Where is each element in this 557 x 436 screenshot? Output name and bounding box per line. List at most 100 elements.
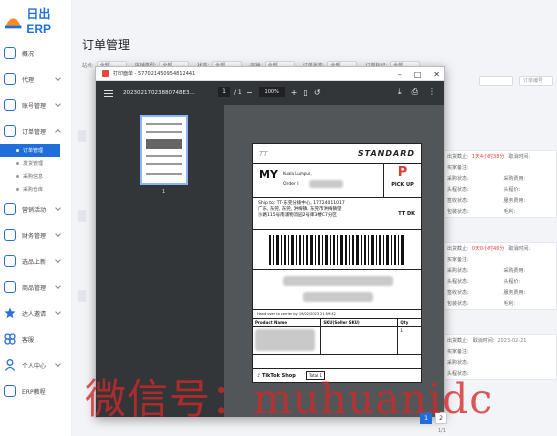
submenu-item-purchase-info[interactable]: 采购信息	[16, 170, 72, 183]
pdf-toolbar: 20230217023880748E3... 1 / 1 − 100% + ▯ …	[96, 81, 444, 105]
search-input[interactable]	[479, 76, 513, 86]
pdf-file-icon	[102, 70, 109, 77]
sidebar-item-product-select[interactable]: 选品上新	[0, 248, 72, 274]
deadline-label: 出货截止:	[447, 154, 469, 160]
field-label: 采购状态:	[447, 176, 469, 182]
field-label: 采购费用:	[503, 268, 526, 274]
qty-cell: 1	[397, 326, 421, 355]
deadline-value: 1天4小时38分	[471, 154, 505, 160]
sidebar-item-overview[interactable]: 概况	[0, 40, 72, 66]
sidebar-item-label: 商品管理	[22, 284, 47, 292]
col-product-name: Product Name	[253, 319, 322, 327]
toolbar-actions: ⤓ ⎙ ⋮	[398, 87, 436, 97]
zoom-out-icon[interactable]: −	[246, 88, 253, 97]
submenu-item-purchase-warehouse[interactable]: 采购仓库	[16, 183, 72, 196]
print-icon[interactable]: ⎙	[412, 87, 418, 97]
close-icon[interactable]: ✕	[433, 70, 440, 79]
pagination-summary: 1/1	[438, 428, 447, 434]
dashboard-icon	[4, 47, 16, 59]
sidebar-item-label: 订单管理	[22, 128, 47, 136]
logo-icon	[4, 17, 22, 28]
submenu-item-shipping[interactable]: 发货管理	[16, 157, 72, 170]
sidebar-item-label: 营销活动	[22, 206, 47, 214]
logo-text: 日出ERP	[26, 7, 52, 36]
account-icon	[4, 99, 16, 111]
field-label: 服务费用:	[503, 198, 526, 204]
fit-page-icon[interactable]: ▯	[303, 88, 307, 97]
minimize-icon[interactable]: –	[398, 70, 402, 79]
page-title: 订单管理	[82, 38, 131, 52]
more-options-icon[interactable]: ⋮	[428, 87, 436, 97]
chevron-down-icon	[55, 231, 61, 237]
route-code: TT DK	[398, 211, 415, 217]
search-inputs: 订单编号	[479, 76, 553, 86]
sidebar-item-account[interactable]: 账号管理	[0, 92, 72, 118]
goods-icon	[4, 281, 16, 293]
product-select-icon	[4, 255, 16, 267]
tutorial-icon	[4, 385, 16, 397]
sidebar-item-creator-invite[interactable]: 达人邀请	[0, 300, 72, 326]
pickup-text: PICK UP	[391, 182, 414, 188]
field-label: 服务费用:	[503, 290, 526, 296]
sidebar-item-service[interactable]: 客服	[0, 326, 72, 352]
zoom-level-input[interactable]: 100%	[258, 87, 285, 97]
sidebar-item-profile[interactable]: 个人中心	[0, 352, 72, 378]
sidebar-item-label: 财务管理	[22, 232, 47, 240]
field-label: 头程价:	[503, 187, 521, 193]
field-label: 包装状态:	[447, 301, 469, 307]
user-icon	[4, 359, 16, 371]
product-cell	[253, 326, 322, 355]
service-type: STANDARD	[357, 149, 415, 158]
buyer-note-label: 买家备注:	[447, 257, 469, 263]
marketing-icon	[4, 203, 16, 215]
carrier-brand: TT	[259, 149, 268, 158]
hamburger-menu-icon[interactable]	[104, 89, 113, 97]
sidebar-item-orders[interactable]: 订单管理	[0, 118, 72, 144]
sidebar-item-marketing[interactable]: 营销活动	[0, 196, 72, 222]
agent-icon	[4, 73, 16, 85]
page-thumbnail[interactable]	[140, 115, 188, 185]
product-table: Product Name SKU(Seller SKU) Qty 1	[253, 319, 421, 355]
field-label: 采购状态:	[447, 268, 469, 274]
watermark: 微信号：muhuanidc	[85, 375, 494, 423]
col-sku: SKU(Seller SKU)	[320, 319, 399, 327]
order-number-input[interactable]: 订单编号	[519, 76, 553, 86]
window-controls: – □ ✕	[398, 67, 440, 81]
sidebar-item-finance[interactable]: 财务管理	[0, 222, 72, 248]
chevron-down-icon	[55, 257, 61, 263]
zoom-controls: − 100% + ▯ ↺	[246, 87, 321, 97]
destination-city: Kuala Lumpur,	[283, 171, 312, 176]
chevron-down-icon	[55, 309, 61, 315]
field-label: 头程状态:	[447, 187, 469, 193]
sidebar-item-agent[interactable]: 代理	[0, 66, 72, 92]
page-total: / 1	[234, 88, 242, 96]
dialog-title: 打印面单 - 577021450954812441	[113, 71, 196, 77]
redacted-area	[253, 270, 421, 310]
sidebar-item-goods[interactable]: 商品管理	[0, 274, 72, 300]
card-placeholder	[78, 130, 86, 142]
field-label: 签收状态:	[447, 290, 469, 296]
pickup-badge: P PICK UP	[383, 164, 421, 197]
order-card: 出货截止: 1天4小时38分 取消时间: 买家备注: 采购状态: 头程状态: 签收状…	[442, 150, 557, 218]
chevron-down-icon	[55, 283, 61, 289]
submenu-item-order-manage[interactable]: 订单管理	[0, 144, 60, 157]
zoom-in-icon[interactable]: +	[291, 88, 298, 97]
cancel-label: 取消时间:	[472, 338, 495, 344]
field-label: 采购费用:	[503, 176, 526, 182]
pickup-letter: P	[397, 165, 408, 180]
finance-icon	[4, 229, 16, 241]
pdf-file-name: 20230217023880748E3...	[123, 90, 195, 96]
sidebar-item-label: 选品上新	[22, 258, 47, 266]
app-logo[interactable]: 日出ERP	[4, 5, 71, 36]
dialog-title-bar: 打印面单 - 577021450954812441 – □ ✕	[96, 67, 444, 81]
sidebar-item-tutorial[interactable]: ERP教程	[0, 378, 72, 404]
field-label: 头程价:	[503, 279, 521, 285]
download-icon[interactable]: ⤓	[398, 87, 402, 97]
field-label: 毛利:	[503, 209, 516, 215]
rotate-icon[interactable]: ↺	[314, 88, 321, 97]
maximize-icon[interactable]: □	[414, 70, 422, 79]
page-number-input[interactable]: 1	[218, 87, 230, 97]
order-id-label: Order I	[283, 182, 299, 187]
deadline-value: 0天0小时46分	[471, 246, 505, 252]
sidebar-item-label: 账号管理	[22, 102, 47, 110]
